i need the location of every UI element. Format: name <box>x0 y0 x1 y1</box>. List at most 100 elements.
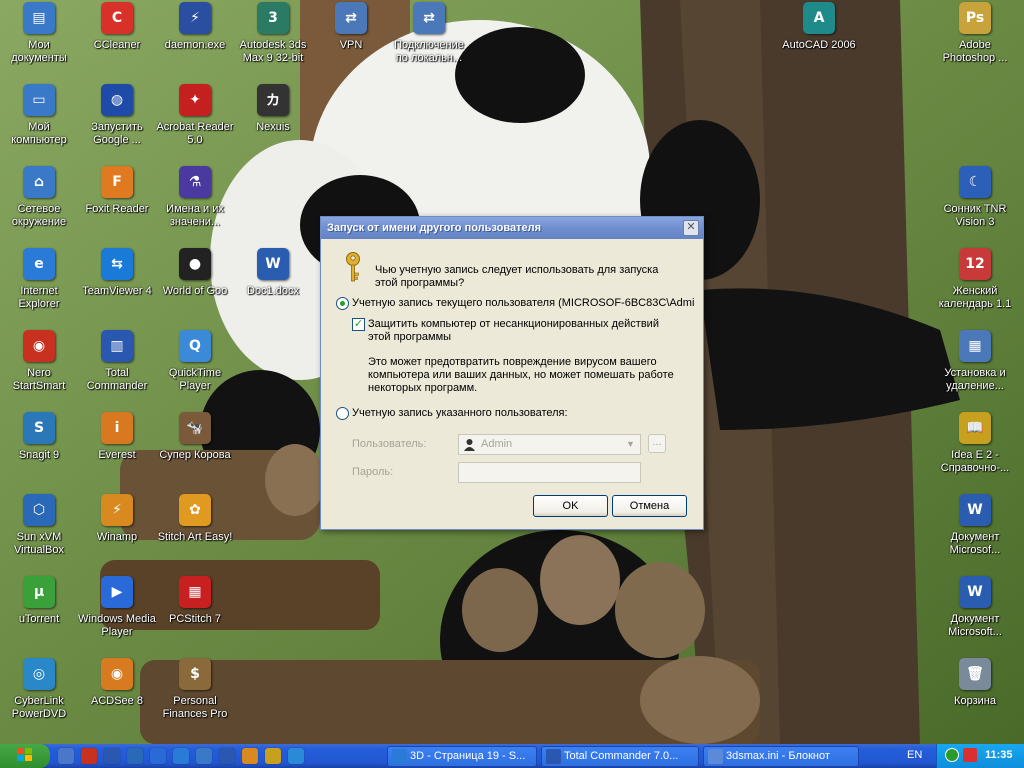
language-indicator[interactable]: EN <box>907 749 922 761</box>
taskbar-button[interactable]: Total Commander 7.0... <box>541 746 699 767</box>
taskbar-button[interactable]: 3dsmax.ini - Блокнот <box>703 746 859 767</box>
desktop-shortcut[interactable]: ▭ Мой компьютер <box>0 84 78 162</box>
acdsee-icon: ◉ <box>101 658 133 690</box>
nero-icon[interactable] <box>81 748 97 764</box>
desktop-shortcut[interactable]: W Документ Microsof... <box>936 494 1014 572</box>
desktop-shortcut-label: Документ Microsoft... <box>948 613 1002 638</box>
desktop-shortcut[interactable]: S Snagit 9 <box>0 412 78 490</box>
save-icon[interactable] <box>219 748 235 764</box>
protect-label[interactable]: Защитить компьютер от несанкционированны… <box>368 318 678 344</box>
google-earth-icon: ◍ <box>101 84 133 116</box>
tray-shield-icon[interactable] <box>945 748 959 762</box>
tray-app-icon[interactable] <box>963 748 977 762</box>
protect-note: Это может предотвратить повреждение виру… <box>368 356 674 394</box>
winamp-icon: ⚡ <box>101 494 133 526</box>
cancel-button[interactable]: Отмена <box>612 495 687 517</box>
desktop-shortcut[interactable]: ● World of Goo <box>156 248 234 326</box>
word-document-icon: W <box>257 248 289 280</box>
current-user-radio[interactable] <box>336 297 349 310</box>
desktop-shortcut[interactable]: F Foxit Reader <box>78 166 156 244</box>
dialog-titlebar[interactable]: Запуск от имени другого пользователя ✕ <box>321 217 703 239</box>
desktop-shortcut[interactable]: i Everest <box>78 412 156 490</box>
desktop-shortcut-label: Snagit 9 <box>18 449 60 461</box>
specified-user-label[interactable]: Учетную запись указанного пользователя: <box>352 407 692 419</box>
chevron-down-icon[interactable]: ▼ <box>623 437 638 452</box>
desktop-shortcut-label: Мои документы <box>11 39 67 64</box>
word-document-icon: W <box>959 576 991 608</box>
winamp-icon[interactable] <box>242 748 258 764</box>
close-button[interactable]: ✕ <box>683 220 699 236</box>
desktop-shortcut[interactable]: ⬡ Sun xVM VirtualBox <box>0 494 78 572</box>
browse-user-button[interactable]: ... <box>648 434 666 453</box>
desktop-shortcut-label: Doc1.docx <box>247 285 299 297</box>
daemon-tools-icon[interactable] <box>265 748 281 764</box>
desktop-shortcut[interactable]: ◍ Запустить Google ... <box>78 84 156 162</box>
desktop-shortcut-label: Подключение по локальн... <box>394 39 464 64</box>
ok-button[interactable]: OK <box>533 495 608 517</box>
desktop-shortcut[interactable]: ☾ Сонник TNR Vision 3 <box>936 166 1014 244</box>
desktop-shortcut[interactable]: ⌂ Сетевое окружение <box>0 166 78 244</box>
desktop-shortcut-label: ACDSee 8 <box>91 695 143 707</box>
my-computer-icon[interactable] <box>196 748 212 764</box>
desktop-shortcut[interactable]: W Документ Microsoft... <box>936 576 1014 654</box>
total-commander-icon[interactable] <box>104 748 120 764</box>
specified-user-radio[interactable] <box>336 407 349 420</box>
user-value: Admin <box>481 438 513 450</box>
desktop-shortcut[interactable]: 3 Autodesk 3ds Max 9 32-bit <box>234 2 312 80</box>
notepad-icon <box>708 749 723 764</box>
desktop-shortcut[interactable]: ◎ CyberLink PowerDVD <box>0 658 78 736</box>
desktop-shortcut[interactable]: ⚡ Winamp <box>78 494 156 572</box>
clock[interactable]: 11:35 <box>985 749 1013 761</box>
desktop-shortcut[interactable]: ◉ ACDSee 8 <box>78 658 156 736</box>
desktop-shortcut[interactable]: ⇆ TeamViewer 4 <box>78 248 156 326</box>
virtualbox-icon[interactable] <box>127 748 143 764</box>
current-user-label[interactable]: Учетную запись текущего пользователя (MI… <box>352 297 697 309</box>
desktop-shortcut[interactable]: ▤ Мои документы <box>0 2 78 80</box>
desktop-shortcut[interactable]: Ps Adobe Photoshop ... <box>936 2 1014 80</box>
show-desktop-icon[interactable] <box>58 748 74 764</box>
desktop-shortcut[interactable]: µ uTorrent <box>0 576 78 654</box>
desktop-shortcut[interactable]: カ Nexuis <box>234 84 312 162</box>
start-button[interactable] <box>0 744 50 768</box>
world-of-goo-icon: ● <box>179 248 211 280</box>
desktop-shortcut[interactable]: 12 Женский календарь 1.1 <box>936 248 1014 326</box>
desktop-shortcut-label: Мой компьютер <box>11 121 67 146</box>
total-commander-icon <box>546 749 561 764</box>
desktop-shortcut[interactable]: ▥ Total Commander <box>78 330 156 408</box>
desktop-shortcut[interactable]: ▦ PCStitch 7 <box>156 576 234 654</box>
user-combobox[interactable]: Admin ▼ <box>458 434 641 455</box>
desktop-shortcut[interactable]: C CCleaner <box>78 2 156 80</box>
super-cow-icon: 🐄 <box>179 412 211 444</box>
desktop-shortcut[interactable]: ⇄ Подключение по локальн... <box>390 2 468 80</box>
desktop-shortcut[interactable]: 📖 Idea E 2 - Справочно-... <box>936 412 1014 490</box>
internet-explorer-icon[interactable] <box>173 748 189 764</box>
add-remove-programs-icon: ▦ <box>959 330 991 362</box>
desktop-shortcut-label: Windows Media Player <box>78 613 156 638</box>
desktop-shortcut[interactable]: ⚗ Имена и их значени... <box>156 166 234 244</box>
protect-checkbox[interactable]: ✓ <box>352 318 365 331</box>
desktop-shortcut[interactable]: $ Personal Finances Pro <box>156 658 234 736</box>
desktop-shortcut-label: Personal Finances Pro <box>162 695 228 720</box>
desktop-shortcut[interactable]: ✿ Stitch Art Easy! <box>156 494 234 572</box>
taskbar-button[interactable]: 3D - Страница 19 - S... <box>387 746 537 767</box>
password-field[interactable] <box>458 462 641 483</box>
media-player-icon[interactable] <box>150 748 166 764</box>
desktop-shortcut[interactable]: e Internet Explorer <box>0 248 78 326</box>
desktop-shortcut[interactable]: ⇄ VPN <box>312 2 390 80</box>
desktop-shortcut[interactable]: ▶ Windows Media Player <box>78 576 156 654</box>
desktop-shortcut[interactable]: Q QuickTime Player <box>156 330 234 408</box>
desktop-shortcut[interactable]: ▦ Установка и удаление... <box>936 330 1014 408</box>
idea-book-icon: 📖 <box>959 412 991 444</box>
search-icon[interactable] <box>288 748 304 764</box>
desktop-shortcut[interactable]: ✦ Acrobat Reader 5.0 <box>156 84 234 162</box>
desktop-shortcut[interactable]: 🐄 Супер Корова <box>156 412 234 490</box>
desktop-shortcut[interactable]: W Doc1.docx <box>234 248 312 326</box>
utorrent-icon: µ <box>23 576 55 608</box>
total-commander-icon: ▥ <box>101 330 133 362</box>
powerdvd-icon: ◎ <box>23 658 55 690</box>
3ds-max-icon: 3 <box>257 2 289 34</box>
desktop-shortcut[interactable]: 🗑 Корзина <box>936 658 1014 736</box>
desktop-shortcut[interactable]: A AutoCAD 2006 <box>780 2 858 80</box>
desktop-shortcut[interactable]: ⚡ daemon.exe <box>156 2 234 80</box>
desktop-shortcut[interactable]: ◉ Nero StartSmart <box>0 330 78 408</box>
